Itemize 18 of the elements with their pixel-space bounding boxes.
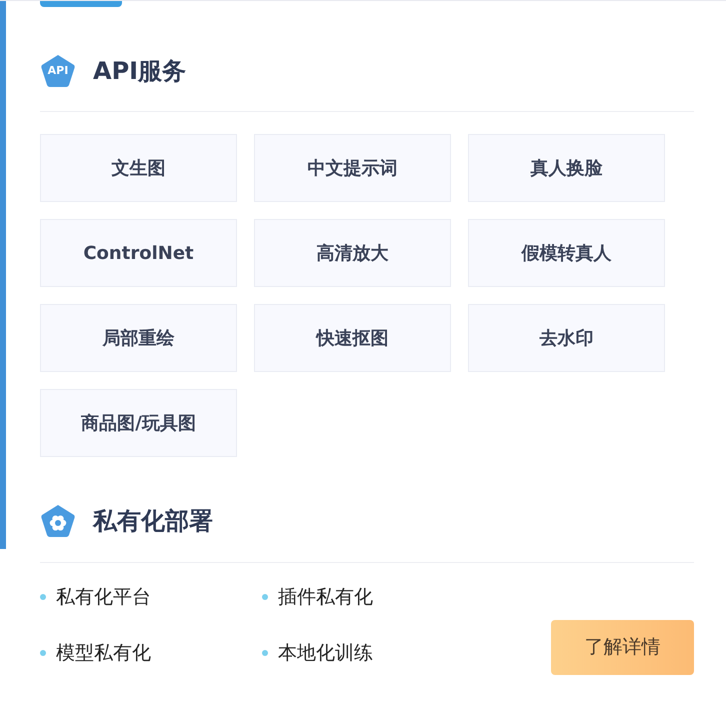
learn-more-button[interactable]: 了解详情 <box>551 620 694 675</box>
section-title: API服务 <box>93 56 186 87</box>
service-tile[interactable]: 局部重绘 <box>40 304 237 372</box>
service-tile[interactable]: ControlNet <box>40 219 237 287</box>
feature-label: 本地化训练 <box>278 640 373 666</box>
service-tile[interactable]: 快速抠图 <box>254 304 451 372</box>
api-icon-label: API <box>48 62 68 79</box>
service-tile[interactable]: 中文提示词 <box>254 134 451 202</box>
service-tile[interactable]: 文生图 <box>40 134 237 202</box>
service-tile[interactable]: 商品图/玩具图 <box>40 389 237 457</box>
feature-label: 插件私有化 <box>278 584 373 610</box>
service-tile[interactable]: 假模转真人 <box>468 219 665 287</box>
feature-label: 模型私有化 <box>56 640 151 666</box>
feature-label: 私有化平台 <box>56 584 151 610</box>
service-tile[interactable]: 真人换脸 <box>468 134 665 202</box>
service-tile[interactable]: 去水印 <box>468 304 665 372</box>
service-tile[interactable]: 高清放大 <box>254 219 451 287</box>
section-title: 私有化部署 <box>93 506 213 537</box>
